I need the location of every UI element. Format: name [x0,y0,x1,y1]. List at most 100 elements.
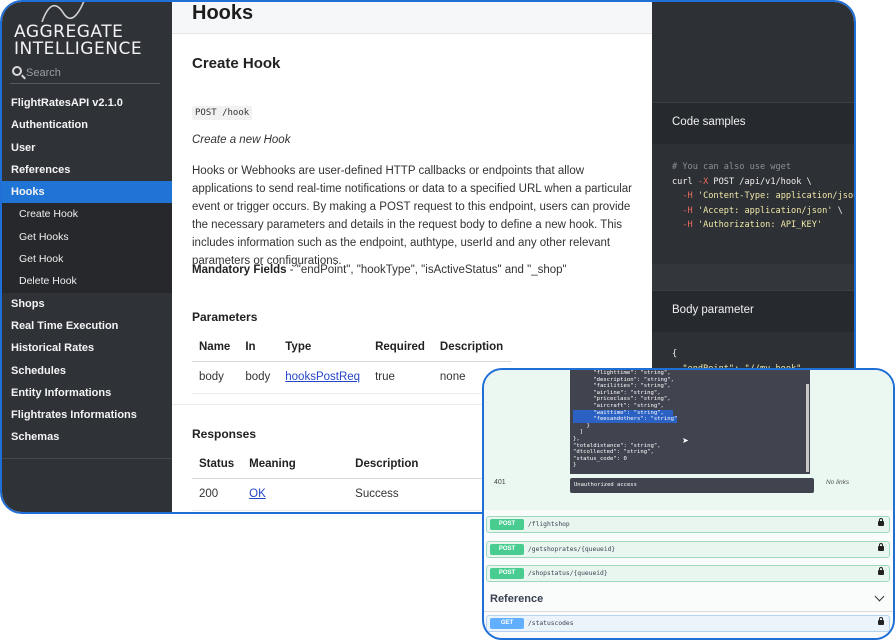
status-link[interactable]: OK [249,488,266,500]
method-badge: GET [490,618,524,629]
mandatory-fields: Mandatory Fields - "endPoint", "hookType… [192,264,567,276]
sidebar-subitem-get-hook[interactable]: Get Hook [2,248,172,271]
mandatory-text: - "endPoint", "hookType", "isActiveStatu… [286,264,567,276]
method-badge: POST [490,568,524,579]
lock-icon[interactable] [878,543,884,551]
code-brace: { [672,349,678,359]
response-panel: "flighttime": "string", "description": "… [484,370,893,510]
code-flag: -H [682,220,693,230]
column-header: Status [192,451,243,479]
operation-path: /getshoprates/{queueid} [528,546,616,553]
swagger-overlay: "flighttime": "string", "description": "… [482,368,895,640]
column-header: In [238,334,279,362]
table-cell: hooksPostReq [278,361,369,394]
code-line: "priceclass": "string", [573,396,671,403]
operation-flightshop[interactable]: POST /flightshop [486,516,890,533]
code-header-value: 'Content-Type: application/json' [697,191,856,201]
response-example-code: "flighttime": "string", "description": "… [570,370,810,474]
code-line: "dtcollected": "string", [573,449,654,456]
code-continuation: \ [832,205,843,216]
mouse-cursor-icon: ➤ [682,436,689,445]
code-line: "totaldistance": "string", [573,442,661,449]
reference-section-header[interactable]: Reference [484,588,893,612]
sidebar-subitem-delete-hook[interactable]: Delete Hook [2,270,172,293]
sidebar-item-authentication[interactable]: Authentication [2,114,172,136]
code-scrollbar[interactable] [806,384,809,472]
code-header-value: 'Accept: application/json' [697,205,833,216]
lock-icon[interactable] [878,567,884,575]
operation-shopstatus[interactable]: POST /shopstatus/{queueid} [486,565,890,582]
code-line: "aircraft": "string", [573,402,664,409]
responses-table: Status Meaning Description 200 OK Succes… [192,451,489,511]
code-comment: # You can also use wget [672,162,791,172]
code-line-selected: "waittime": "string", [573,409,673,417]
table-cell: body [192,361,239,394]
code-header-value: 'Authorization: API_KEY' [697,220,823,230]
sidebar-item-schemas[interactable]: Schemas [2,426,172,448]
sidebar: AGGREGATE INTELLIGENCE FlightRatesAPI v2… [2,2,172,512]
table-cell: OK [242,478,349,511]
page-header: Hooks [172,2,652,34]
sidebar-item-flightratesapi[interactable]: FlightRatesAPI v2.1.0 [2,92,172,114]
code-line: "facilities": "string", [573,383,671,390]
table-row: 200 OK Success [192,478,489,511]
column-header: Description [432,334,512,362]
code-samples-title: Code samples [672,116,746,128]
lock-icon[interactable] [878,617,884,625]
column-header: Name [192,334,239,362]
endpoint-summary: Create a new Hook [192,134,291,146]
body-parameter-title: Body parameter [672,304,754,316]
sidebar-item-historical-rates[interactable]: Historical Rates [2,337,172,359]
chevron-down-icon[interactable] [874,591,885,602]
logo-arc-icon [41,2,85,22]
operation-getshoprates[interactable]: POST /getshoprates/{queueid} [486,541,890,558]
column-header: Required [368,334,433,362]
sidebar-subitem-get-hooks[interactable]: Get Hooks [2,225,172,249]
sidebar-item-entity-informations[interactable]: Entity Informations [2,382,172,404]
reference-title: Reference [490,593,544,605]
code-line: "description": "string", [573,376,675,383]
page-title: Hooks [192,2,254,24]
code-curl: curl [672,176,693,187]
operation-path: /shopstatus/{queueid} [528,570,608,577]
schema-link[interactable]: hooksPostReq [285,371,360,383]
sidebar-item-flightrates-informations[interactable]: Flightrates Informations [2,404,172,426]
table-header-row: Name In Type Required Description [192,334,512,362]
code-flag: -H [682,191,693,201]
sidebar-item-real-time-execution[interactable]: Real Time Execution [2,315,172,337]
lock-icon[interactable] [878,518,884,526]
method-badge: POST [490,544,524,555]
table-cell: true [368,361,433,394]
column-header: Description [348,451,489,479]
code-line: } [573,422,590,429]
search-box [10,64,160,84]
mandatory-label: Mandatory Fields [192,264,287,276]
table-row: body body hooksPostReq true none [192,361,512,394]
sidebar-item-hooks[interactable]: Hooks [2,181,172,204]
code-line-selected: "feesandothers": "string" [573,416,678,423]
logo-line-2: INTELLIGENCE [14,39,143,59]
operation-statuscodes[interactable]: GET /statuscodes [486,615,890,632]
body-parameter-header: Body parameter [652,290,854,332]
response-description: Unauthorized access [570,478,814,493]
table-cell: 200 [192,478,243,511]
method-badge: POST [490,519,524,530]
table-cell: body [238,361,279,394]
code-line: "airline": "string", [573,389,661,396]
code-flag: -X [697,176,709,187]
status-code: 401 [494,479,506,486]
table-cell: Success [348,478,489,511]
sidebar-item-schedules[interactable]: Schedules [2,360,172,382]
parameters-table: Name In Type Required Description body b… [192,334,512,394]
sidebar-subitem-create-hook[interactable]: Create Hook [2,203,172,226]
sidebar-item-shops[interactable]: Shops [2,293,172,315]
operation-path: /flightshop [528,521,570,528]
code-line: } [573,462,577,469]
sidebar-item-references[interactable]: References [2,159,172,181]
endpoint-code: POST /hook [192,106,253,120]
endpoint-description: Hooks or Webhooks are user-defined HTTP … [192,165,633,267]
sidebar-item-user[interactable]: User [2,137,172,159]
search-input[interactable] [26,64,156,82]
parameters-title: Parameters [192,310,258,324]
response-links: No links [826,479,850,486]
